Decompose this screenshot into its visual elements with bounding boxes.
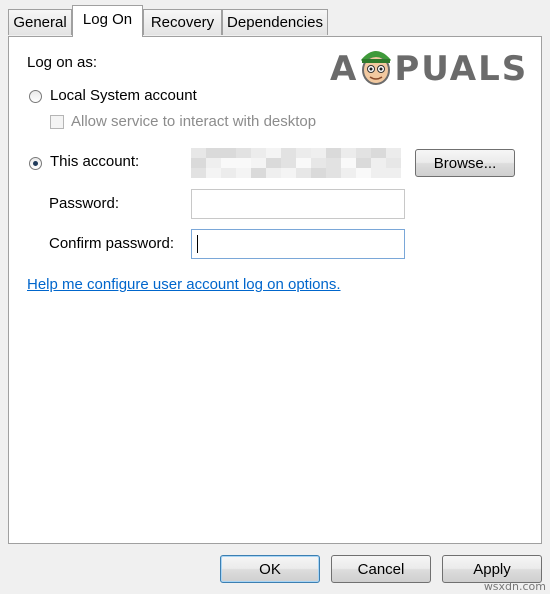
help-configure-link[interactable]: Help me configure user account log on op… bbox=[27, 276, 341, 293]
cancel-button[interactable]: Cancel bbox=[331, 555, 431, 583]
text-caret bbox=[197, 235, 198, 253]
password-label: Password: bbox=[49, 195, 120, 212]
log-on-as-heading: Log on as: bbox=[27, 54, 98, 71]
tab-recovery[interactable]: Recovery bbox=[143, 9, 222, 35]
ok-button[interactable]: OK bbox=[220, 555, 320, 583]
mascot-icon bbox=[356, 40, 396, 86]
allow-desktop-checkbox[interactable] bbox=[50, 115, 64, 129]
logo-letters: PUALS bbox=[394, 49, 529, 89]
browse-button[interactable]: Browse... bbox=[415, 149, 515, 177]
appuals-logo: A PUALS bbox=[330, 40, 528, 90]
tab-log-on[interactable]: Log On bbox=[72, 5, 143, 37]
account-name-field[interactable] bbox=[191, 148, 401, 178]
tab-dependencies[interactable]: Dependencies bbox=[222, 9, 328, 35]
allow-desktop-label: Allow service to interact with desktop bbox=[71, 113, 317, 130]
local-system-label[interactable]: Local System account bbox=[50, 87, 197, 104]
apply-button[interactable]: Apply bbox=[442, 555, 542, 583]
confirm-password-input[interactable] bbox=[191, 229, 405, 259]
local-system-radio[interactable] bbox=[29, 90, 42, 103]
logo-letter-a: A bbox=[330, 49, 359, 89]
radio-selected-dot bbox=[33, 161, 38, 166]
this-account-label[interactable]: This account: bbox=[50, 153, 139, 170]
tab-general[interactable]: General bbox=[8, 9, 72, 35]
confirm-password-label: Confirm password: bbox=[49, 235, 175, 252]
this-account-radio[interactable] bbox=[29, 157, 42, 170]
password-input[interactable] bbox=[191, 189, 405, 219]
site-watermark: wsxdn.com bbox=[483, 580, 546, 593]
